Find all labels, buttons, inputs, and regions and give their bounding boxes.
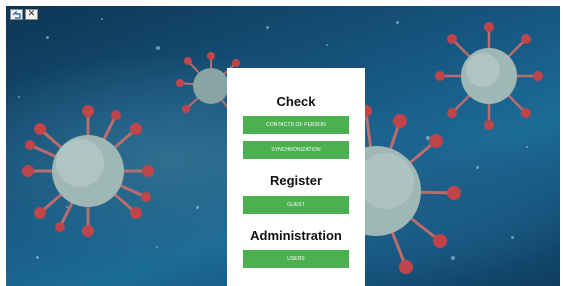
check-section-title: Check	[276, 94, 316, 109]
close-icon: ✕	[27, 9, 36, 19]
contacts-of-person-button[interactable]: CONTACTS OF PERSON	[243, 116, 349, 134]
restore-icon	[12, 10, 21, 19]
guest-button[interactable]: GUEST	[243, 196, 349, 214]
app-window: ✕ Check CONTACTS OF PERSON SYNCHRONIZATI…	[6, 6, 560, 286]
users-button[interactable]: USERS	[243, 250, 349, 268]
main-menu-panel: Check CONTACTS OF PERSON SYNCHRONIZATION…	[227, 68, 365, 286]
register-section-title: Register	[269, 173, 323, 188]
administration-section-title: Administration	[250, 228, 342, 243]
virus-illustration-left	[22, 105, 154, 237]
restore-button[interactable]	[10, 9, 23, 20]
synchronization-button[interactable]: SYNCHRONIZATION	[243, 141, 349, 159]
close-button[interactable]: ✕	[25, 9, 38, 20]
